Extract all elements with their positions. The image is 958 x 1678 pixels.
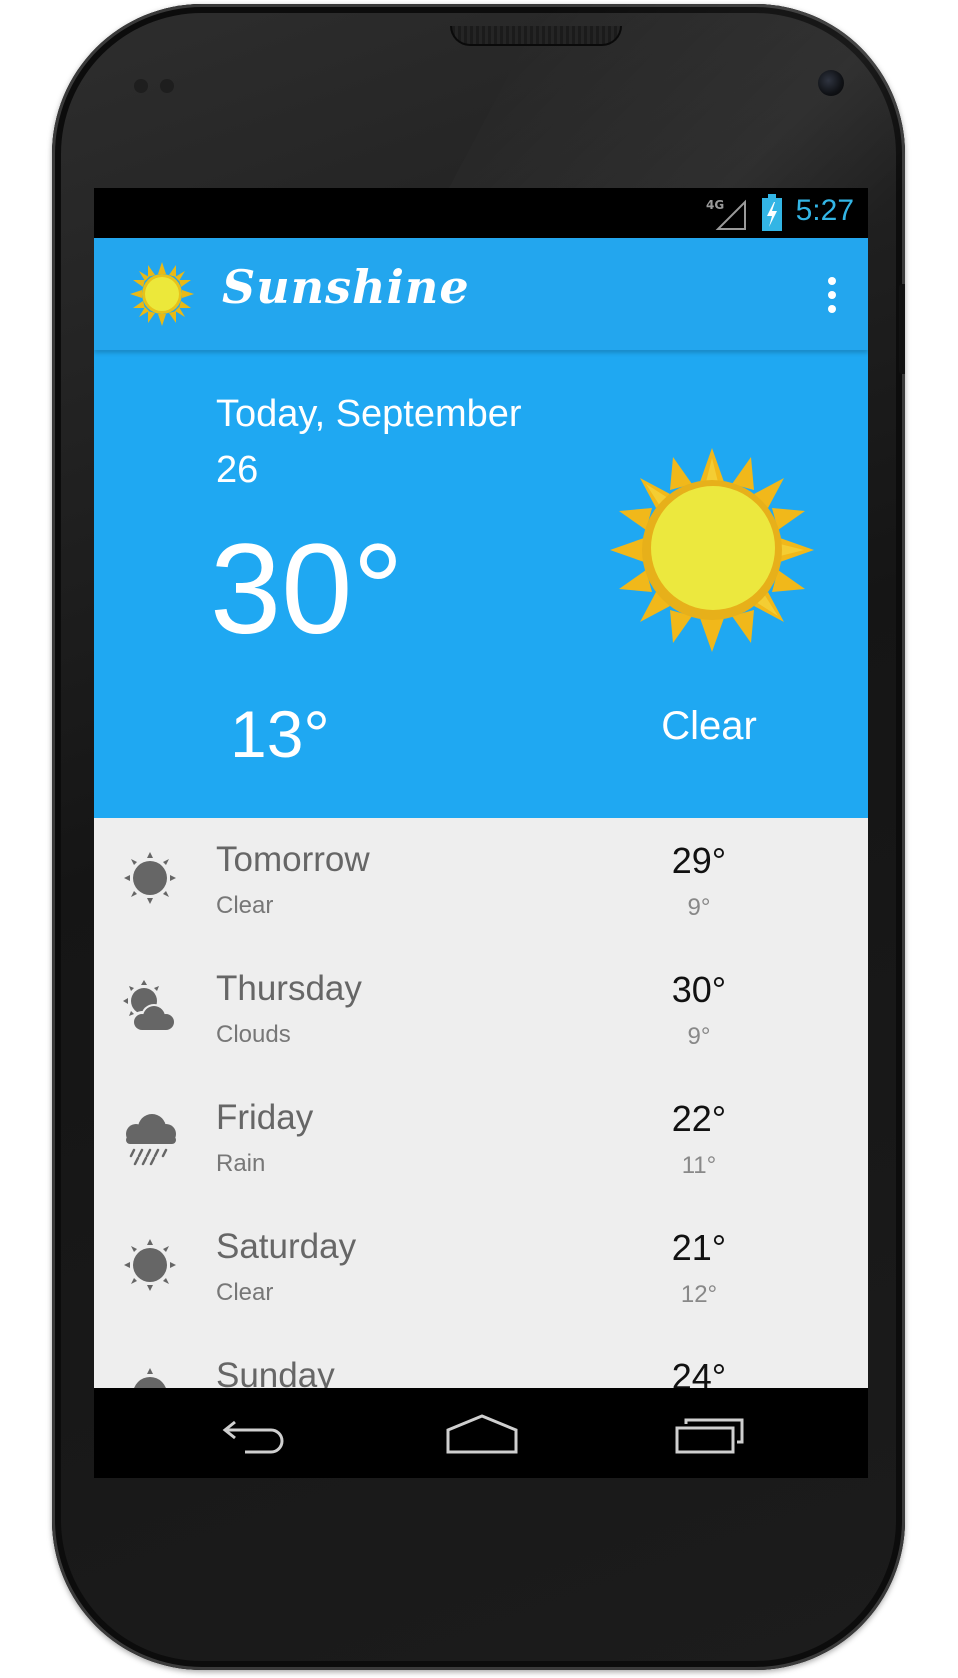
recents-icon [675, 1418, 744, 1454]
list-item[interactable]: Tomorrow Clear 29° 9° [94, 818, 868, 947]
forecast-high: 21° [671, 1227, 727, 1268]
forecast-low: 12° [680, 1281, 718, 1308]
screen: 4G 5:27 Sunshine Today, September 26 30°… [94, 188, 868, 1478]
action-bar: Sunshine [94, 238, 868, 350]
forecast-description: Clear [216, 1279, 274, 1306]
forecast-description: Clear [216, 892, 274, 919]
sun-icon[interactable] [130, 262, 194, 326]
home-icon [446, 1414, 518, 1454]
today-high-temp: 30° [210, 518, 404, 661]
status-time: 5:27 [795, 194, 854, 227]
sun-icon [610, 448, 814, 652]
recents-button[interactable] [660, 1404, 760, 1464]
list-item[interactable]: Saturday Clear 21° 12° [94, 1205, 868, 1334]
partly-cloudy-icon [123, 980, 176, 1031]
forecast-day: Tomorrow [216, 840, 370, 879]
forecast-description: Rain [216, 1150, 266, 1177]
overflow-dot [828, 291, 836, 299]
clear-icon [124, 852, 176, 904]
forecast-description: Clouds [216, 1021, 291, 1048]
back-icon [222, 1420, 284, 1454]
svg-text:4G: 4G [706, 198, 724, 212]
forecast-day: Saturday [216, 1227, 357, 1266]
app-title: Sunshine [222, 260, 470, 314]
forecast-high: 29° [671, 840, 727, 881]
forecast-day: Thursday [216, 969, 362, 1008]
earpiece-speaker [450, 26, 622, 46]
power-button [899, 284, 905, 374]
home-button[interactable] [432, 1404, 532, 1464]
list-item[interactable]: Friday Rain 22° 11° [94, 1076, 868, 1205]
battery-charging-icon [762, 194, 782, 231]
overflow-dot [828, 277, 836, 285]
today-description: Clear [661, 704, 757, 748]
overflow-dot [828, 305, 836, 313]
overflow-menu-icon[interactable] [812, 268, 852, 322]
forecast-low: 11° [681, 1152, 717, 1179]
today-low-temp: 13° [230, 697, 330, 771]
rain-icon [126, 1114, 176, 1166]
light-sensor [160, 79, 174, 93]
forecast-high: 30° [671, 969, 727, 1010]
signal-4g-icon: 4G [706, 198, 746, 230]
today-panel[interactable]: Today, September 26 30° 13° Clear [94, 350, 868, 818]
today-date: Today, September 26 [216, 393, 522, 491]
navigation-bar [94, 1388, 868, 1478]
list-item[interactable]: Thursday Clouds 30° 9° [94, 947, 868, 1076]
forecast-low: 9° [687, 894, 711, 921]
status-bar: 4G 5:27 [94, 188, 868, 238]
back-button[interactable] [204, 1404, 304, 1464]
clear-icon [124, 1239, 176, 1291]
forecast-day: Friday [216, 1098, 314, 1137]
front-camera [818, 70, 844, 96]
forecast-high: 22° [671, 1098, 727, 1139]
forecast-low: 9° [687, 1023, 711, 1050]
forecast-list[interactable]: Tomorrow Clear 29° 9° Thursday Clouds 30… [94, 818, 868, 1463]
proximity-sensor [134, 79, 148, 93]
